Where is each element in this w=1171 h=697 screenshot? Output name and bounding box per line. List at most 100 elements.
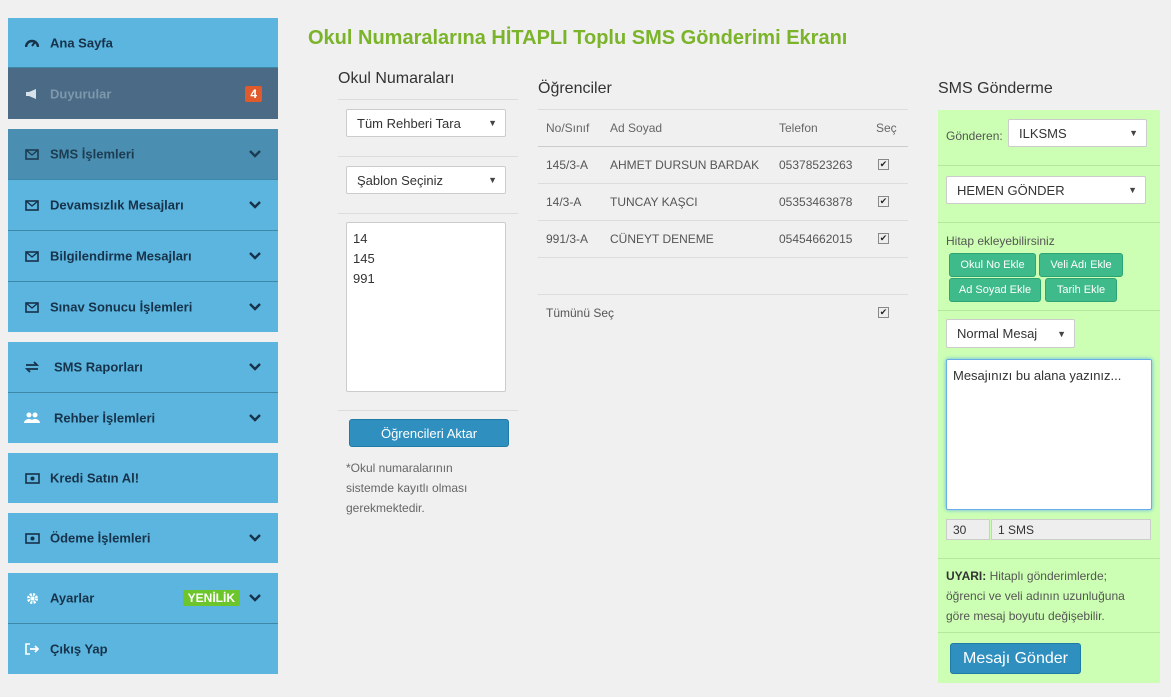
sidebar-item-label: SMS Raporları bbox=[54, 359, 143, 375]
chevron-down-icon bbox=[249, 534, 261, 542]
add-full-name-button[interactable]: Ad Soyad Ekle bbox=[949, 278, 1041, 302]
chevron-down-icon bbox=[249, 303, 261, 311]
column-header: Telefon bbox=[779, 121, 818, 135]
student-phone-cell: 05454662015 bbox=[779, 232, 853, 246]
template-select-value: Şablon Seçiniz bbox=[357, 172, 443, 188]
exchange-arrows-icon bbox=[24, 360, 40, 374]
chevron-down-icon bbox=[249, 594, 261, 602]
sidebar-item-label: Çıkış Yap bbox=[50, 641, 108, 657]
student-class-cell: 14/3-A bbox=[546, 195, 582, 209]
divider bbox=[938, 310, 1160, 311]
add-school-no-button[interactable]: Okul No Ekle bbox=[949, 253, 1036, 277]
divider bbox=[938, 558, 1160, 559]
sidebar-item-label: Ayarlar bbox=[50, 590, 95, 606]
sidebar-item-home[interactable]: Ana Sayfa bbox=[8, 18, 278, 68]
character-count-field: 30 bbox=[946, 519, 990, 540]
student-class-cell: 991/3-A bbox=[546, 232, 589, 246]
send-timing-select[interactable]: HEMEN GÖNDER ▼ bbox=[946, 176, 1146, 204]
divider bbox=[938, 222, 1160, 223]
envelope-icon bbox=[24, 198, 40, 212]
chevron-down-icon bbox=[249, 414, 261, 422]
money-icon bbox=[24, 471, 40, 485]
school-numbers-note: *Okul numaralarının sistemde kayıtlı olm… bbox=[346, 461, 468, 515]
new-feature-badge: YENİLİK bbox=[182, 590, 240, 606]
users-icon bbox=[24, 411, 40, 425]
sidebar-item-announcements[interactable]: Duyurular 4 bbox=[8, 68, 278, 119]
caret-down-icon: ▼ bbox=[1129, 128, 1138, 138]
sidebar-item-payments[interactable]: Ödeme İşlemleri bbox=[8, 513, 278, 563]
student-name-cell: CÜNEYT DENEME bbox=[610, 232, 714, 246]
message-type-select[interactable]: Normal Mesaj ▼ bbox=[946, 319, 1075, 348]
add-parent-name-button[interactable]: Veli Adı Ekle bbox=[1039, 253, 1123, 277]
notification-count-badge: 4 bbox=[245, 85, 262, 102]
chevron-down-icon bbox=[249, 363, 261, 371]
divider bbox=[538, 109, 908, 110]
sidebar-item-label: Bilgilendirme Mesajları bbox=[50, 248, 192, 264]
sidebar-item-sms-operations[interactable]: SMS İşlemleri bbox=[8, 129, 278, 180]
salutation-hint: Hitap ekleyebilirsiniz bbox=[946, 234, 1055, 248]
student-phone-cell: 05378523263 bbox=[779, 158, 853, 172]
sidebar-item-label: Ödeme İşlemleri bbox=[50, 530, 151, 546]
sender-select[interactable]: ILKSMS ▼ bbox=[1008, 119, 1147, 147]
divider bbox=[538, 146, 908, 147]
chevron-down-icon bbox=[249, 201, 261, 209]
sidebar-item-contacts[interactable]: Rehber İşlemleri bbox=[8, 393, 278, 443]
school-numbers-textarea[interactable]: 14 145 991 bbox=[346, 222, 506, 392]
contacts-select-value: Tüm Rehberi Tara bbox=[357, 115, 461, 131]
divider bbox=[338, 213, 518, 214]
student-name-cell: TUNCAY KAŞCI bbox=[610, 195, 698, 209]
contacts-select[interactable]: Tüm Rehberi Tara ▼ bbox=[346, 109, 506, 137]
divider bbox=[538, 257, 908, 258]
school-numbers-heading: Okul Numaraları bbox=[338, 70, 455, 87]
select-all-checkbox[interactable]: ✔ bbox=[878, 307, 889, 318]
sidebar-item-absence-messages[interactable]: Devamsızlık Mesajları bbox=[8, 180, 278, 231]
send-message-button[interactable]: Mesajı Gönder bbox=[950, 643, 1081, 674]
student-checkbox[interactable]: ✔ bbox=[878, 196, 889, 207]
add-date-button[interactable]: Tarih Ekle bbox=[1045, 278, 1117, 302]
divider bbox=[338, 156, 518, 157]
sidebar-item-label: Ana Sayfa bbox=[50, 35, 113, 50]
sidebar-item-settings[interactable]: Ayarlar YENİLİK bbox=[8, 573, 278, 624]
dashboard-icon bbox=[24, 36, 40, 50]
sender-select-value: ILKSMS bbox=[1019, 125, 1067, 141]
sidebar-item-exam-results[interactable]: Sınav Sonucu İşlemleri bbox=[8, 282, 278, 332]
chevron-down-icon bbox=[249, 252, 261, 260]
sidebar-item-logout[interactable]: Çıkış Yap bbox=[8, 624, 278, 674]
sidebar-item-label: Sınav Sonucu İşlemleri bbox=[50, 299, 193, 315]
divider bbox=[338, 99, 518, 100]
divider bbox=[338, 410, 518, 411]
send-timing-select-value: HEMEN GÖNDER bbox=[957, 182, 1065, 198]
template-select[interactable]: Şablon Seçiniz ▼ bbox=[346, 166, 506, 194]
student-checkbox[interactable]: ✔ bbox=[878, 233, 889, 244]
column-header: No/Sınıf bbox=[546, 121, 590, 135]
sidebar-item-info-messages[interactable]: Bilgilendirme Mesajları bbox=[8, 231, 278, 282]
transfer-students-button[interactable]: Öğrencileri Aktar bbox=[349, 419, 509, 447]
sidebar-item-label: Devamsızlık Mesajları bbox=[50, 197, 184, 213]
caret-down-icon: ▼ bbox=[1128, 185, 1137, 195]
gear-icon bbox=[24, 591, 40, 605]
sidebar-item-label: Kredi Satın Al! bbox=[50, 470, 140, 486]
sidebar-item-label: Duyurular bbox=[50, 86, 112, 101]
caret-down-icon: ▼ bbox=[488, 118, 497, 128]
caret-down-icon: ▼ bbox=[488, 175, 497, 185]
select-all-label: Tümünü Seç bbox=[546, 306, 615, 320]
money-icon bbox=[24, 531, 40, 545]
envelope-icon bbox=[24, 300, 40, 314]
envelope-icon bbox=[24, 147, 40, 161]
divider bbox=[538, 183, 908, 184]
student-checkbox[interactable]: ✔ bbox=[878, 159, 889, 170]
megaphone-icon bbox=[24, 87, 40, 101]
student-phone-cell: 05353463878 bbox=[779, 195, 853, 209]
sidebar-item-label: SMS İşlemleri bbox=[50, 146, 135, 162]
student-name-cell: AHMET DURSUN BARDAK bbox=[610, 158, 760, 172]
message-textarea[interactable]: Mesajınızı bu alana yazınız... bbox=[946, 359, 1152, 510]
divider bbox=[938, 165, 1160, 166]
column-header: Ad Soyad bbox=[610, 121, 663, 135]
caret-down-icon: ▼ bbox=[1057, 328, 1066, 339]
sidebar-item-buy-credit[interactable]: Kredi Satın Al! bbox=[8, 453, 278, 503]
envelope-icon bbox=[24, 249, 40, 263]
sign-out-icon bbox=[24, 642, 40, 656]
warning-label: UYARI: bbox=[946, 569, 987, 583]
students-heading: Öğrenciler bbox=[538, 80, 612, 97]
sidebar-item-sms-reports[interactable]: SMS Raporları bbox=[8, 342, 278, 393]
